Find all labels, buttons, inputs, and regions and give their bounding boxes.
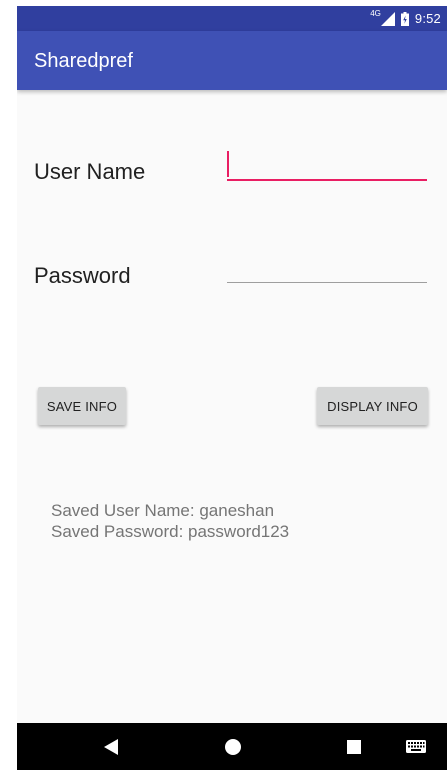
app-bar: Sharedpref — [17, 31, 447, 90]
display-info-button[interactable]: DISPLAY INFO — [317, 387, 428, 425]
password-field-container[interactable] — [227, 252, 427, 283]
home-button[interactable] — [208, 723, 258, 770]
saved-username-text: Saved User Name: ganeshan — [51, 501, 275, 520]
keyboard-button[interactable] — [391, 723, 441, 770]
username-input[interactable] — [227, 149, 427, 179]
saved-info: Saved User Name: ganeshan Saved Password… — [51, 500, 289, 542]
save-info-button[interactable]: SAVE INFO — [38, 387, 126, 425]
back-button[interactable] — [86, 723, 136, 770]
signal-icon — [380, 11, 395, 26]
keyboard-icon — [406, 740, 426, 753]
password-label: Password — [34, 263, 131, 288]
device-screen: 4G 9:52 Sharedpref User Name Password SA… — [17, 6, 447, 770]
password-input[interactable] — [227, 252, 427, 282]
app-title: Sharedpref — [34, 50, 133, 72]
text-cursor — [227, 151, 229, 177]
recents-icon — [347, 739, 361, 754]
navigation-bar — [17, 723, 447, 770]
battery-icon — [400, 11, 409, 26]
back-icon — [104, 738, 118, 755]
username-label: User Name — [34, 159, 146, 184]
network-type-label: 4G — [370, 9, 381, 18]
clock: 9:52 — [414, 11, 441, 26]
status-bar: 4G 9:52 — [17, 6, 447, 31]
home-icon — [225, 738, 241, 755]
status-icons: 4G 9:52 — [370, 6, 441, 31]
username-field-container[interactable] — [227, 149, 427, 181]
recents-button[interactable] — [329, 723, 379, 770]
saved-password-text: Saved Password: password123 — [51, 522, 290, 541]
